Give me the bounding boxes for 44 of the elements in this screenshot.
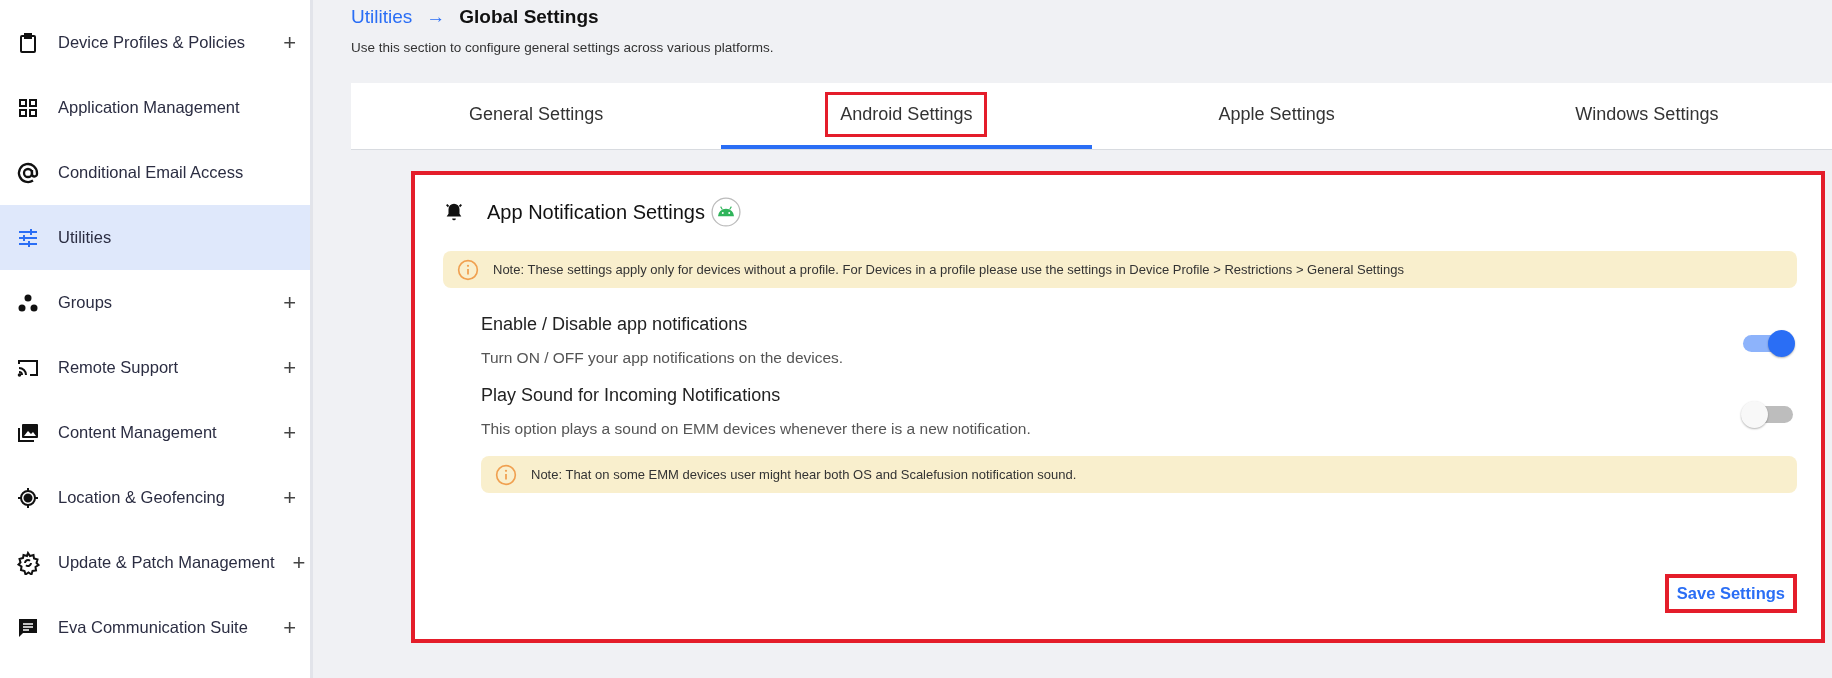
target-icon: [16, 485, 40, 510]
tab[interactable]: General Settings: [351, 83, 722, 149]
expand-symbol[interactable]: +: [283, 616, 296, 639]
expand-symbol[interactable]: +: [283, 356, 296, 379]
tab-label: General Settings: [468, 102, 605, 126]
gear-icon: [16, 550, 40, 575]
setting-title: Enable / Disable app notifications: [481, 313, 749, 336]
sidebar-item[interactable]: Update & Patch Management +: [0, 530, 310, 595]
setting-description: Turn ON / OFF your app notifications on the devices.: [481, 348, 844, 368]
tab[interactable]: Android Settings: [721, 83, 1092, 149]
sidebar-item[interactable]: Location & Geofencing +: [0, 465, 310, 530]
sidebar-item[interactable]: Eva Communication Suite +: [0, 595, 310, 660]
note-text: Note: That on some EMM devices user might hear both OS and Scalefusion notification sound.: [531, 467, 1077, 482]
android-robot-icon: [710, 197, 741, 227]
breadcrumb-link[interactable]: Utilities: [351, 6, 413, 28]
expand-symbol[interactable]: +: [283, 291, 296, 314]
expand-symbol[interactable]: +: [283, 486, 296, 509]
sidebar-item[interactable]: Remote Support +: [0, 335, 310, 400]
sidebar-item[interactable]: Groups +: [0, 270, 310, 335]
at-sign-icon: [16, 160, 40, 185]
card-title: App Notification Settings: [487, 200, 705, 224]
expand-symbol[interactable]: +: [283, 31, 296, 54]
sidebar-item[interactable]: Device Profiles & Policies +: [0, 10, 310, 75]
sidebar-item[interactable]: Content Management +: [0, 400, 310, 465]
expand-symbol[interactable]: +: [283, 421, 296, 444]
expand-symbol[interactable]: +: [292, 551, 306, 574]
tab-label: Apple Settings: [1217, 102, 1336, 126]
page-title: Global Settings: [459, 6, 599, 28]
tab[interactable]: Apple Settings: [1091, 83, 1462, 149]
breadcrumb-separator: →: [426, 6, 446, 28]
sidebar-item[interactable]: Conditional Email Access: [0, 140, 310, 205]
info-icon: [457, 258, 479, 281]
highlighted-tab-label: Android Settings: [825, 91, 988, 137]
tab-label: Windows Settings: [1574, 102, 1720, 126]
save-button[interactable]: Save Settings: [1664, 574, 1797, 613]
tab[interactable]: Windows Settings: [1461, 83, 1832, 149]
sidebar-item[interactable]: Application Management: [0, 75, 310, 140]
bell-icon: [443, 201, 465, 223]
sidebar-item[interactable]: Utilities: [0, 205, 310, 270]
note-text: Note: These settings apply only for devices without a profile. For Devices in a profile please use the settings in Device Profile > Restrictions > General Settings: [493, 262, 1404, 277]
info-icon: [495, 463, 517, 486]
setting-title: Play Sound for Incoming Notifications: [481, 384, 782, 407]
page-description: Use this section to configure general settings across various platforms.: [351, 40, 775, 55]
setting-description: This option plays a sound on EMM devices whenever there is a new notification.: [481, 419, 1031, 439]
